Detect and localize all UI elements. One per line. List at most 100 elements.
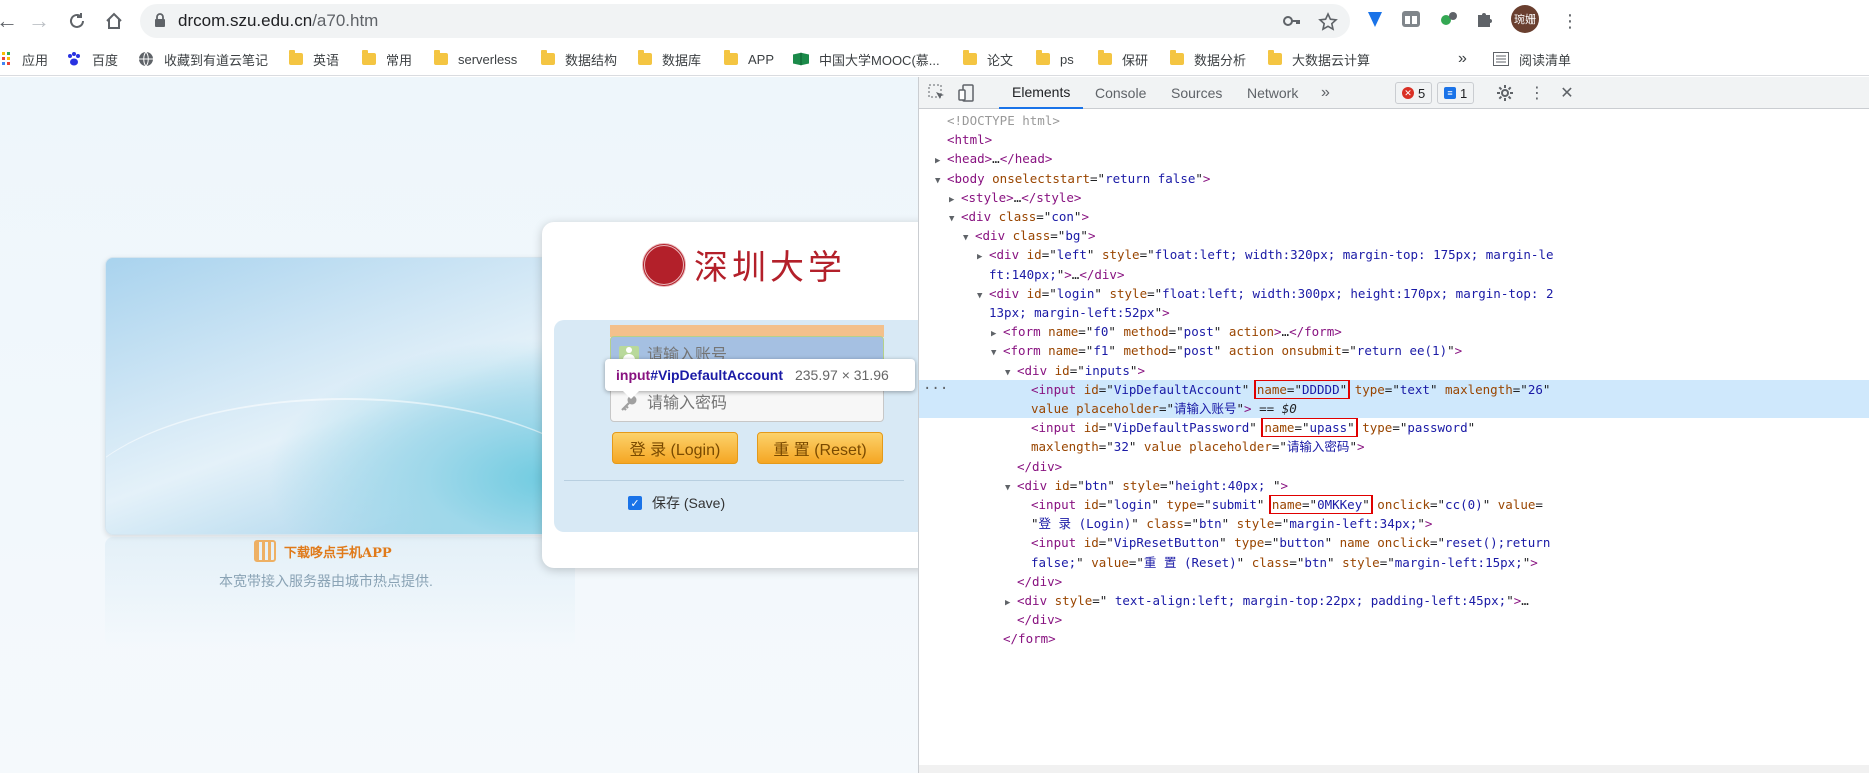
bookmark-app[interactable]: APP <box>724 42 774 76</box>
dom-node-line[interactable]: ▶ <div style=" text-align:left; margin-to… <box>919 591 1869 610</box>
password-input[interactable] <box>647 391 877 417</box>
dom-node-line[interactable]: <input id="login" type="submit" name="0M… <box>919 495 1869 515</box>
bookmark-english[interactable]: 英语 <box>289 42 339 76</box>
collapse-triangle-icon[interactable]: ▼ <box>935 172 947 188</box>
bookmark-ps[interactable]: ps <box>1036 42 1074 76</box>
reading-list-button[interactable]: 阅读清单 <box>1493 42 1571 76</box>
login-button[interactable]: 登 录 (Login) <box>612 432 738 464</box>
mooc-icon <box>793 51 809 67</box>
dom-node-line[interactable]: ▶ <head>…</head> <box>919 149 1869 168</box>
dom-node-line[interactable]: ▼ <div class="con"> <box>919 207 1869 226</box>
profile-avatar[interactable]: 琬姗 <box>1511 5 1539 33</box>
reload-icon[interactable] <box>62 6 92 36</box>
bookmark-mooc[interactable]: 中国大学MOOC(慕... <box>793 42 940 76</box>
bookmark-common[interactable]: 常用 <box>362 42 412 76</box>
dom-node-line[interactable]: ▼ <div id="inputs"> <box>919 361 1869 380</box>
dom-node-line[interactable]: ft:140px;">…</div> <box>919 265 1869 284</box>
dom-node-line[interactable]: <input id="VipDefaultAccount" name="DDDD… <box>919 379 1869 399</box>
dom-node-line[interactable]: </form> <box>919 629 1869 648</box>
app-download-link[interactable]: 下载哆点手机APP <box>254 540 392 562</box>
save-checkbox[interactable]: ✓ <box>628 496 642 510</box>
reset-button[interactable]: 重 置 (Reset) <box>757 432 883 464</box>
inspect-element-icon[interactable] <box>927 83 947 103</box>
selected-node-dots-icon[interactable]: ··· <box>923 380 948 399</box>
dom-node-line[interactable]: value placeholder="请输入账号"> == $0 <box>919 399 1869 419</box>
dom-node-line[interactable]: <html> <box>919 130 1869 149</box>
close-devtools-icon[interactable]: ✕ <box>1557 83 1577 103</box>
dom-node-line[interactable]: ▼ <body onselectstart="return false"> <box>919 169 1869 188</box>
dom-node-line[interactable]: false;" value="重 置 (Reset)" class="btn" … <box>919 553 1869 572</box>
dom-node-text: <div id="login" style="float:left; width… <box>989 285 1554 301</box>
dom-node-line[interactable]: </div> <box>919 610 1869 629</box>
expand-triangle-icon[interactable]: ▶ <box>949 191 961 207</box>
dom-node-line[interactable]: </div> <box>919 572 1869 591</box>
dom-node-line[interactable]: ▶ <form name="f0" method="post" action>…<… <box>919 322 1869 341</box>
extension-tabs-icon[interactable] <box>1400 8 1424 32</box>
bookmark-youdao[interactable]: 收藏到有道云笔记 <box>138 42 268 76</box>
dom-node-text: <!DOCTYPE html> <box>947 113 1060 128</box>
bookmark-data-structures[interactable]: 数据结构 <box>541 42 617 76</box>
tab-sources[interactable]: Sources <box>1171 77 1222 109</box>
bookmark-apps[interactable]: 应用 <box>0 42 48 76</box>
dom-node-line[interactable]: 13px; margin-left:52px"> <box>919 303 1869 322</box>
dom-node-line[interactable]: ▼ <div id="btn" style="height:40px; "> <box>919 476 1869 495</box>
bookmark-graduate[interactable]: 保研 <box>1098 42 1148 76</box>
error-count-badge[interactable]: ✕ 5 <box>1395 82 1433 104</box>
menu-dots-icon[interactable]: ⋮ <box>1555 6 1585 36</box>
bookmark-big-data[interactable]: 大数据云计算 <box>1268 42 1370 76</box>
dom-node-line[interactable]: ▶ <div id="left" style="float:left; width… <box>919 245 1869 264</box>
dom-node-text: false;" value="重 置 (Reset)" class="btn" … <box>1031 554 1538 570</box>
device-toolbar-icon[interactable] <box>957 83 977 103</box>
expand-triangle-icon[interactable]: ▶ <box>1005 594 1017 610</box>
horizontal-scrollbar[interactable] <box>919 765 1869 773</box>
extensions-puzzle-icon[interactable] <box>1474 8 1498 32</box>
dom-node-line[interactable]: </div> <box>919 457 1869 476</box>
collapse-triangle-icon[interactable]: ▼ <box>977 287 989 303</box>
lock-icon[interactable] <box>154 13 166 33</box>
expand-triangle-icon[interactable]: ▶ <box>977 248 989 264</box>
key-icon[interactable] <box>1283 12 1301 35</box>
dom-node-line[interactable]: ▼ <div id="login" style="float:left; widt… <box>919 284 1869 303</box>
collapse-triangle-icon[interactable]: ▼ <box>949 210 961 226</box>
more-tabs-button[interactable]: » <box>1321 77 1330 109</box>
dom-node-line[interactable]: <input id="VipDefaultPassword" name="upa… <box>919 418 1869 438</box>
dom-node-line[interactable]: "登 录 (Login)" class="btn" style="margin-… <box>919 514 1869 533</box>
dom-node-line[interactable]: <input id="VipResetButton" type="button"… <box>919 533 1869 552</box>
bookmark-baidu[interactable]: 百度 <box>66 42 118 76</box>
extension-diamond-icon[interactable] <box>1364 8 1388 32</box>
dom-node-line[interactable]: ▶ <style>…</style> <box>919 188 1869 207</box>
bookmark-papers[interactable]: 论文 <box>963 42 1013 76</box>
dom-node-line[interactable]: ▼ <div class="bg"> <box>919 226 1869 245</box>
collapse-triangle-icon[interactable]: ▼ <box>963 229 975 245</box>
extension-green-icon[interactable] <box>1438 8 1462 32</box>
tab-console[interactable]: Console <box>1095 77 1146 109</box>
devtools-menu-icon[interactable]: ⋮ <box>1527 83 1547 103</box>
address-bar[interactable]: drcom.szu.edu.cn/a70.htm <box>140 4 1350 38</box>
dom-node-line[interactable]: ▼ <form name="f1" method="post" action on… <box>919 341 1869 360</box>
save-option[interactable]: ✓ 保存 (Save) <box>628 493 725 513</box>
collapse-triangle-icon[interactable]: ▼ <box>1005 364 1017 380</box>
message-count-badge[interactable]: ≡ 1 <box>1437 82 1475 104</box>
tab-network[interactable]: Network <box>1247 77 1298 109</box>
bookmarks-overflow-button[interactable]: » <box>1458 42 1467 76</box>
bookmark-serverless[interactable]: serverless <box>434 42 517 76</box>
collapse-triangle-icon[interactable]: ▼ <box>991 344 1003 360</box>
back-arrow-icon[interactable]: ← <box>0 6 22 36</box>
home-icon[interactable] <box>99 6 129 36</box>
dom-node-line[interactable]: maxlength="32" value placeholder="请输入密码"… <box>919 437 1869 456</box>
expand-triangle-icon[interactable]: ▶ <box>991 325 1003 341</box>
bookmark-data-analysis[interactable]: 数据分析 <box>1170 42 1246 76</box>
tab-elements[interactable]: Elements <box>999 77 1084 109</box>
forward-arrow-icon[interactable]: → <box>24 6 54 36</box>
collapse-triangle-icon[interactable]: ▼ <box>1005 479 1017 495</box>
bookmark-database[interactable]: 数据库 <box>638 42 701 76</box>
settings-gear-icon[interactable] <box>1495 83 1515 103</box>
dom-node-text: <head>…</head> <box>947 151 1053 167</box>
dom-node-line[interactable]: <!DOCTYPE html> <box>919 111 1869 130</box>
star-icon[interactable] <box>1318 12 1338 37</box>
expand-triangle-icon[interactable]: ▶ <box>935 152 947 168</box>
